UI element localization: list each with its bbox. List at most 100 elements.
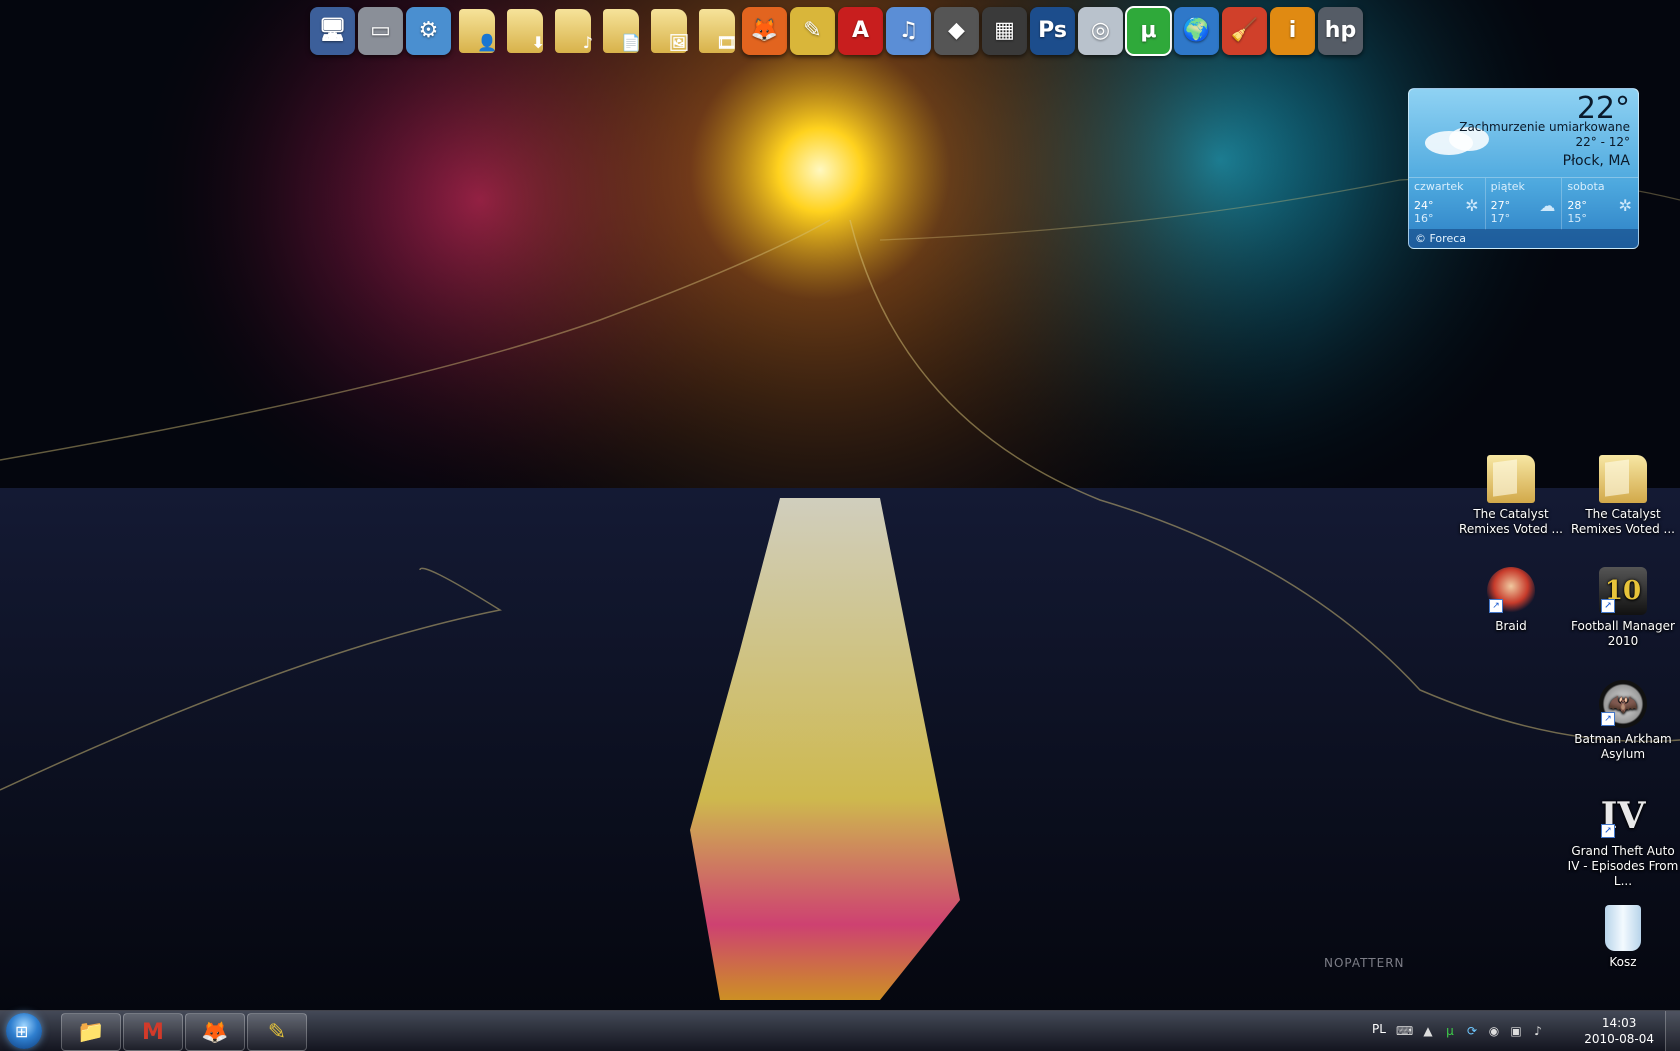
forecast-day-name: piątek	[1490, 180, 1525, 193]
dock-icon-glyph: 🖥	[318, 18, 347, 43]
downloads-folder-icon[interactable]: ⬇	[502, 7, 547, 55]
firefox-icon: 🦊	[201, 1019, 229, 1045]
firefox-icon[interactable]: 🦊	[742, 7, 787, 55]
dock-icon-glyph: Ps	[1038, 18, 1067, 43]
dock-icon-glyph: ◆	[948, 18, 965, 43]
clock-date: 2010-08-04	[1584, 1032, 1654, 1046]
recycle-bin-icon	[1605, 905, 1641, 951]
desktop-icon-catalyst-folder-1[interactable]: The Catalyst Remixes Voted ...	[1455, 455, 1567, 537]
folder-badge-glyph: 👤	[477, 33, 497, 52]
alcohol-icon[interactable]: A	[838, 7, 883, 55]
folder-badge-glyph: 🎞	[716, 33, 737, 52]
computer-icon[interactable]: 🖥	[310, 7, 355, 55]
user-folder-icon[interactable]: 👤	[454, 7, 499, 55]
folder-badge-glyph: 📄	[621, 33, 641, 52]
info-icon[interactable]: i	[1270, 7, 1315, 55]
itunes-icon[interactable]: ♫	[886, 7, 931, 55]
folder-badge-glyph: ⬇	[531, 33, 545, 52]
control-panel-icon[interactable]: ⚙	[406, 7, 451, 55]
documents-folder-icon[interactable]: 📄	[598, 7, 643, 55]
utorrent-tray-icon[interactable]: μ	[1442, 1023, 1458, 1039]
snow-icon: ✲	[1618, 196, 1633, 215]
wallpaper-logo-text: NOPATTERN	[1324, 956, 1405, 970]
forecast-day: piątek 27° 17° ☁	[1486, 178, 1563, 230]
batman-icon: 🦇 ↗	[1599, 680, 1647, 728]
braid-icon: ↗	[1487, 567, 1535, 615]
dock-icon-glyph: ✎	[803, 18, 822, 43]
gmail-icon: M	[142, 1019, 164, 1045]
desktop-icon-batman[interactable]: 🦇 ↗ Batman Arkham Asylum	[1567, 680, 1679, 762]
forecast-day: czwartek 24° 16° ✲	[1409, 178, 1486, 230]
desktop-icon-football-manager[interactable]: 10 ↗ Football Manager 2010	[1567, 567, 1679, 649]
disc-icon[interactable]: ◎	[1078, 7, 1123, 55]
clock[interactable]: 14:03 2010-08-04	[1584, 1015, 1654, 1047]
shortcut-arrow-icon: ↗	[1489, 599, 1503, 613]
windows-logo-icon: ⊞	[15, 1022, 29, 1041]
hp-icon[interactable]: hp	[1318, 7, 1363, 55]
shortcut-arrow-icon: ↗	[1601, 599, 1615, 613]
forecast-day: sobota 28° 15° ✲	[1562, 178, 1638, 230]
shortcut-arrow-icon: ↗	[1601, 824, 1615, 838]
network-icon[interactable]: ▣	[1508, 1023, 1524, 1039]
photoshop-icon[interactable]: Ps	[1030, 7, 1075, 55]
dock-icon-glyph: hp	[1324, 18, 1357, 43]
desktop-icon-label: Football Manager 2010	[1571, 619, 1675, 648]
dock-icon-glyph: ◎	[1090, 18, 1111, 43]
desktop-icon-label: Grand Theft Auto IV - Episodes From L...	[1567, 844, 1679, 888]
show-hidden-icons-chevron-icon[interactable]: ▲	[1420, 1023, 1436, 1039]
cleaner-icon[interactable]: 🧹	[1222, 7, 1267, 55]
show-desktop-button[interactable]	[1665, 1011, 1680, 1051]
folder-icon: 📁	[77, 1019, 105, 1045]
language-indicator[interactable]: PL	[1372, 1022, 1386, 1036]
application-dock: 🖥 ▭ ⚙ 👤 ⬇ ♪ 📄 🖼 🎞 🦊 ✎ A ♫ ◆ ▦ Ps ◎ μ 🌍 🧹 i hp	[310, 4, 1363, 58]
taskbar: ⊞ 📁 M 🦊 ✎ PL ⌨ ▲ μ ⟳ ◉ ▣ ♪ 14:03 2010-08…	[0, 1010, 1680, 1051]
weather-gadget[interactable]: 22° Zachmurzenie umiarkowane 22° - 12° P…	[1408, 88, 1639, 249]
desktop-icon-label: The Catalyst Remixes Voted ...	[1571, 507, 1675, 536]
utorrent-icon[interactable]: μ	[1125, 6, 1172, 56]
folder-badge-glyph: ♪	[582, 33, 593, 52]
keyboard-icon[interactable]: ⌨	[1396, 1023, 1413, 1039]
weather-city: Płock, MA	[1562, 153, 1630, 169]
dock-icon-glyph: ♫	[898, 18, 919, 43]
storm-cloud-icon: ☁	[1539, 196, 1556, 215]
security-tray-icon[interactable]: ◉	[1486, 1023, 1502, 1039]
weather-credit-link[interactable]: © Foreca	[1409, 229, 1638, 248]
media-icon[interactable]: ▦	[982, 7, 1027, 55]
sync-tray-icon[interactable]: ⟳	[1464, 1023, 1480, 1039]
taskbar-explorer-button[interactable]: 📁	[61, 1013, 121, 1051]
globe-icon[interactable]: 🌍	[1174, 7, 1219, 55]
dock-icon-glyph: μ	[1140, 18, 1157, 43]
volume-icon[interactable]: ♪	[1530, 1023, 1546, 1039]
drive-icon[interactable]: ▭	[358, 7, 403, 55]
clock-time: 14:03	[1601, 1016, 1637, 1030]
shortcut-arrow-icon: ↗	[1601, 712, 1615, 726]
pictures-folder-icon[interactable]: 🖼	[646, 7, 691, 55]
dock-icon-glyph: i	[1288, 18, 1297, 43]
desktop-icon-catalyst-folder-2[interactable]: The Catalyst Remixes Voted ...	[1567, 455, 1679, 537]
wizard-icon[interactable]: ✎	[790, 7, 835, 55]
wallpaper-watermark: NOPATTERN	[1324, 956, 1405, 970]
wizard-icon: ✎	[267, 1019, 287, 1045]
foobar-icon[interactable]: ◆	[934, 7, 979, 55]
forecast-day-name: sobota	[1567, 180, 1605, 193]
desktop-icon-braid[interactable]: ↗ Braid	[1455, 567, 1567, 634]
dock-icon-glyph: 🧹	[1230, 18, 1259, 43]
videos-folder-icon[interactable]: 🎞	[694, 7, 739, 55]
start-button[interactable]: ⊞	[6, 1013, 42, 1049]
dock-icon-glyph: 🦊	[750, 18, 779, 43]
desktop-icon-gta-iv[interactable]: IV ↗ Grand Theft Auto IV - Episodes From …	[1567, 792, 1679, 889]
taskbar-wizard-button[interactable]: ✎	[247, 1013, 307, 1051]
football-manager-icon: 10 ↗	[1599, 567, 1647, 615]
desktop-icon-recycle-bin[interactable]: Kosz	[1567, 905, 1679, 970]
dock-icon-glyph: ▦	[994, 18, 1015, 43]
desktop-icon-label: Braid	[1495, 619, 1527, 633]
snow-icon: ✲	[1465, 196, 1479, 215]
system-tray: PL ⌨ ▲ μ ⟳ ◉ ▣ ♪ 14:03 2010-08-04	[1360, 1011, 1680, 1051]
music-folder-icon[interactable]: ♪	[550, 7, 595, 55]
taskbar-firefox-button[interactable]: 🦊	[185, 1013, 245, 1051]
weather-condition: Zachmurzenie umiarkowane	[1459, 120, 1630, 134]
taskbar-gmail-button[interactable]: M	[123, 1013, 183, 1051]
dock-icon-glyph: ▭	[370, 18, 391, 43]
desktop-icon-label: The Catalyst Remixes Voted ...	[1459, 507, 1563, 536]
dock-icon-glyph: A	[851, 18, 870, 43]
